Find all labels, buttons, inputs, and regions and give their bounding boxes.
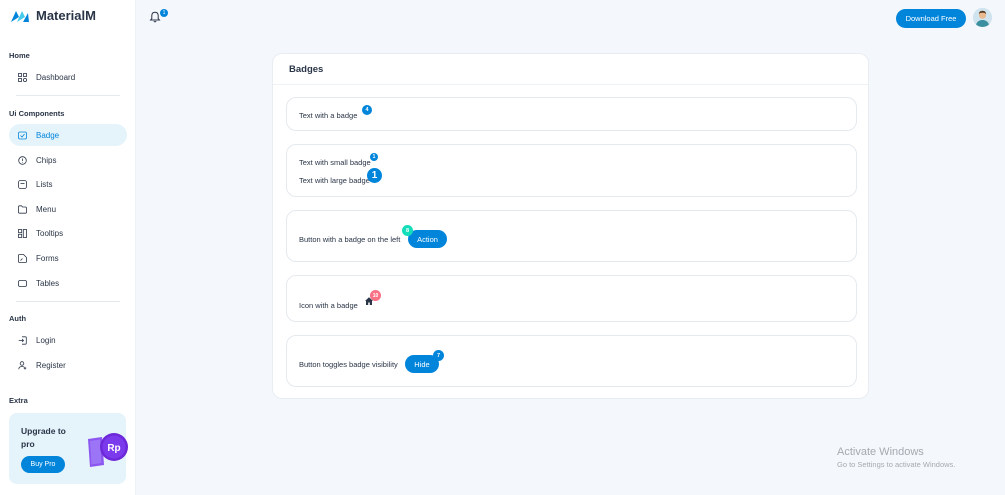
large-badge: 1 bbox=[367, 168, 382, 183]
notification-badge: 1 bbox=[160, 9, 168, 17]
sidebar: MaterialM Home Dashboard Ui Components B… bbox=[0, 0, 136, 495]
rupee-coins-illustration: Rp bbox=[88, 433, 128, 467]
sidebar-item-login[interactable]: Login bbox=[9, 329, 127, 351]
sidebar-item-label: Badge bbox=[36, 130, 60, 140]
sidebar-item-menu[interactable]: Menu bbox=[9, 198, 127, 220]
section-auth: Auth bbox=[9, 314, 27, 323]
sidebar-item-label: Forms bbox=[36, 253, 59, 263]
danger-badge: 10 bbox=[370, 290, 381, 301]
divider bbox=[16, 95, 120, 96]
buy-pro-button[interactable]: Buy Pro bbox=[21, 456, 65, 473]
icon-badge-label: Icon with a badge bbox=[299, 301, 358, 310]
toggle-badge-label: Button toggles badge visibility bbox=[299, 360, 398, 369]
chips-icon bbox=[18, 155, 27, 165]
small-badge: 1 bbox=[370, 153, 378, 161]
button-badge-left-label: Button with a badge on the left bbox=[299, 235, 401, 244]
divider bbox=[273, 84, 868, 85]
sidebar-item-label: Menu bbox=[36, 204, 57, 214]
section-ui-components: Ui Components bbox=[9, 109, 65, 118]
sidebar-item-badge[interactable]: Badge bbox=[9, 124, 127, 146]
text-with-badge-label: Text with a badge bbox=[299, 111, 358, 120]
sidebar-item-label: Register bbox=[36, 360, 66, 370]
tooltips-icon bbox=[18, 228, 27, 238]
section-extra: Extra bbox=[9, 396, 28, 405]
card-title: Badges bbox=[289, 64, 324, 75]
badge-size-box: Text with small badge 1 Text with large … bbox=[286, 144, 857, 197]
sidebar-item-label: Login bbox=[36, 335, 56, 345]
sidebar-item-register[interactable]: Register bbox=[9, 354, 127, 376]
toggle-badge-box: Button toggles badge visibility Hide 7 bbox=[286, 335, 857, 387]
avatar[interactable] bbox=[973, 8, 992, 27]
register-icon bbox=[18, 360, 27, 370]
rp-text: Rp bbox=[107, 443, 120, 454]
activate-windows-title: Activate Windows bbox=[837, 446, 924, 458]
sidebar-item-label: Dashboard bbox=[36, 72, 76, 82]
brand[interactable]: MaterialM bbox=[10, 8, 96, 23]
upgrade-card: Upgrade to pro Buy Pro Rp bbox=[9, 413, 128, 484]
menu-icon bbox=[18, 204, 27, 214]
user-avatar-icon bbox=[973, 8, 992, 27]
materialm-logo-icon bbox=[11, 10, 29, 22]
text-badge-box: Text with a badge 4 bbox=[286, 97, 857, 131]
sidebar-item-tables[interactable]: Tables bbox=[9, 272, 127, 294]
sidebar-item-dashboard[interactable]: Dashboard bbox=[9, 66, 127, 88]
dashboard-icon bbox=[18, 72, 27, 82]
sidebar-item-label: Chips bbox=[36, 155, 57, 165]
toggle-badge: 7 bbox=[433, 350, 444, 361]
section-home: Home bbox=[9, 51, 30, 60]
sidebar-item-label: Tables bbox=[36, 278, 60, 288]
badges-card: Badges Text with a badge 4 Text with sma… bbox=[272, 53, 869, 399]
success-badge: 8 bbox=[402, 225, 413, 236]
sidebar-item-tooltips[interactable]: Tooltips bbox=[9, 222, 127, 244]
sidebar-item-label: Lists bbox=[36, 179, 53, 189]
badge-icon bbox=[18, 131, 27, 140]
icon-badge-box: Icon with a badge 10 bbox=[286, 275, 857, 322]
upgrade-title: Upgrade to pro bbox=[21, 426, 66, 449]
download-free-button[interactable]: Download Free bbox=[896, 9, 966, 28]
sidebar-item-chips[interactable]: Chips bbox=[9, 149, 127, 171]
button-badge-box: Button with a badge on the left Action 8 bbox=[286, 210, 857, 262]
sidebar-item-lists[interactable]: Lists bbox=[9, 173, 127, 195]
activate-windows-subtitle: Go to Settings to activate Windows. bbox=[837, 460, 956, 469]
sidebar-item-label: Tooltips bbox=[36, 228, 64, 238]
brand-name: MaterialM bbox=[36, 8, 96, 23]
count-badge: 4 bbox=[362, 105, 372, 115]
action-button[interactable]: Action bbox=[408, 230, 447, 248]
forms-icon bbox=[18, 253, 27, 263]
divider bbox=[16, 301, 120, 302]
tables-icon bbox=[18, 279, 27, 288]
sidebar-item-forms[interactable]: Forms bbox=[9, 247, 127, 269]
lists-icon bbox=[18, 179, 27, 189]
small-badge-label: Text with small badge bbox=[299, 158, 371, 167]
large-badge-label: Text with large badge bbox=[299, 176, 370, 185]
login-icon bbox=[18, 335, 27, 345]
